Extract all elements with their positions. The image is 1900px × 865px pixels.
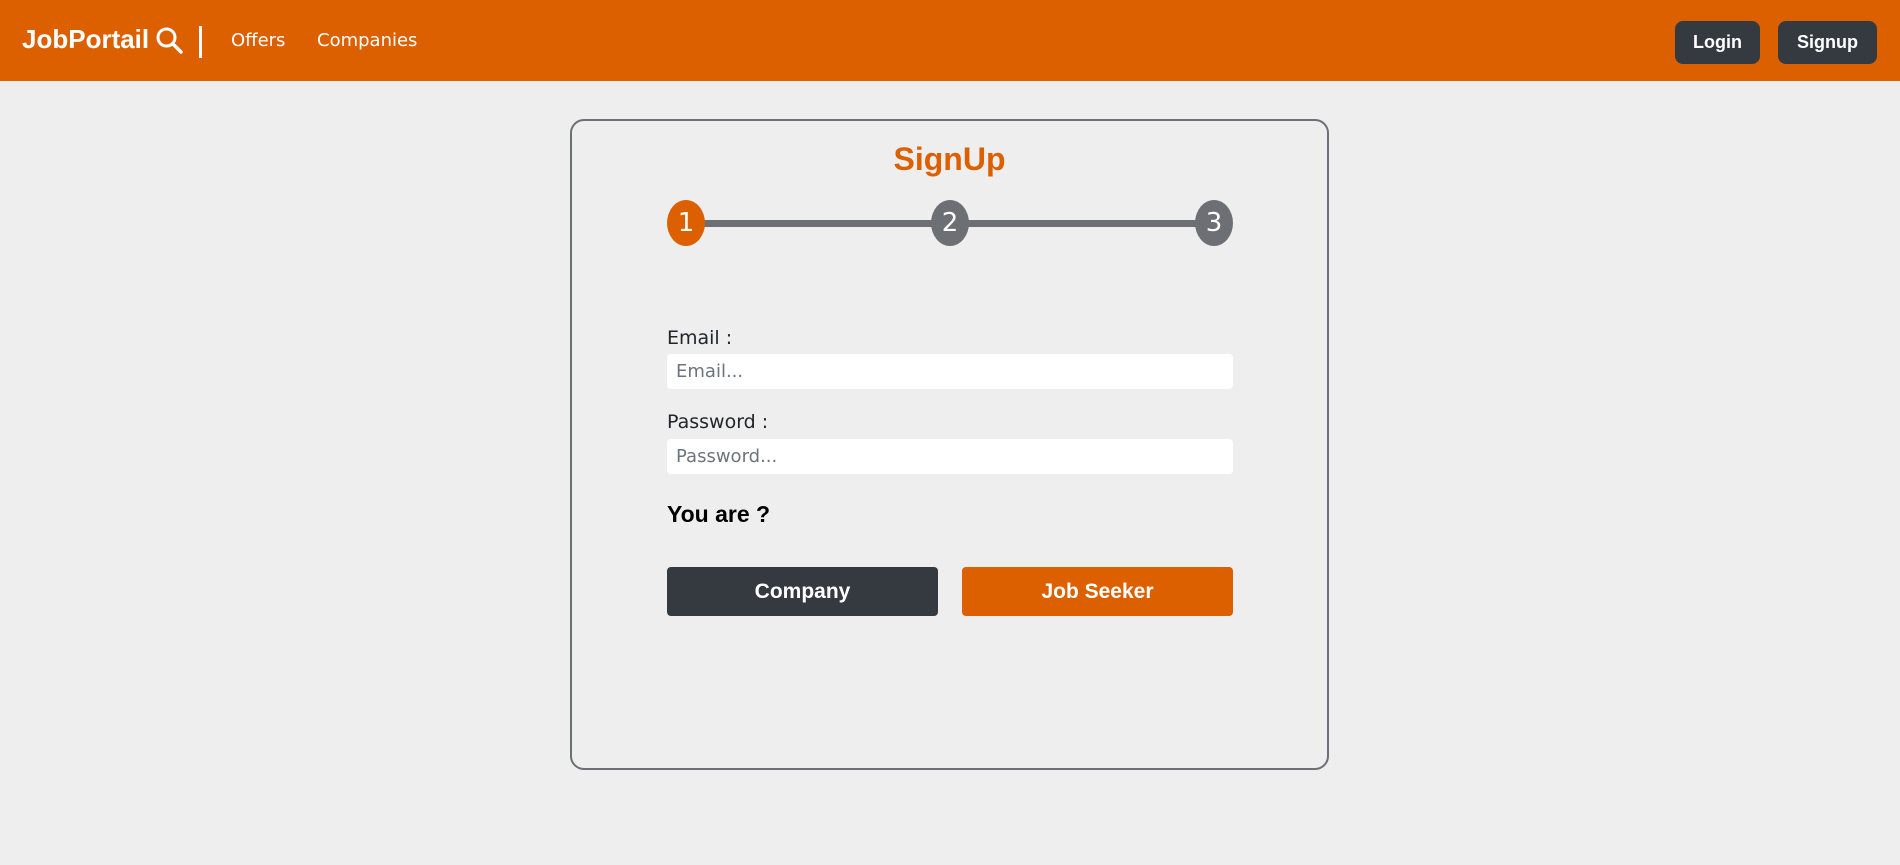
signup-card: SignUp 1 2 3 Email : Password : You are …	[570, 119, 1329, 770]
signup-button[interactable]: Signup	[1778, 21, 1877, 64]
navbar: JobPortail Offers Companies Login Signup	[0, 0, 1900, 81]
nav-link-companies[interactable]: Companies	[317, 30, 417, 51]
search-icon	[155, 26, 183, 54]
step-2-indicator: 2	[931, 200, 969, 246]
step-1-indicator: 1	[667, 200, 705, 246]
login-button[interactable]: Login	[1675, 21, 1760, 64]
email-label: Email :	[667, 327, 733, 349]
step-3-indicator: 3	[1195, 200, 1233, 246]
brand-name: JobPortail	[22, 24, 150, 54]
page-title: SignUp	[893, 141, 1006, 177]
job-seeker-button[interactable]: Job Seeker	[962, 567, 1233, 616]
nav-divider	[199, 26, 202, 58]
company-button[interactable]: Company	[667, 567, 938, 616]
password-field[interactable]	[667, 439, 1233, 474]
email-field[interactable]	[667, 354, 1233, 389]
brand-logo[interactable]: JobPortail	[22, 24, 183, 55]
signup-stepper: 1 2 3	[667, 200, 1233, 246]
password-label: Password :	[667, 411, 769, 433]
nav-link-offers[interactable]: Offers	[231, 30, 285, 51]
role-question: You are ?	[667, 501, 771, 527]
